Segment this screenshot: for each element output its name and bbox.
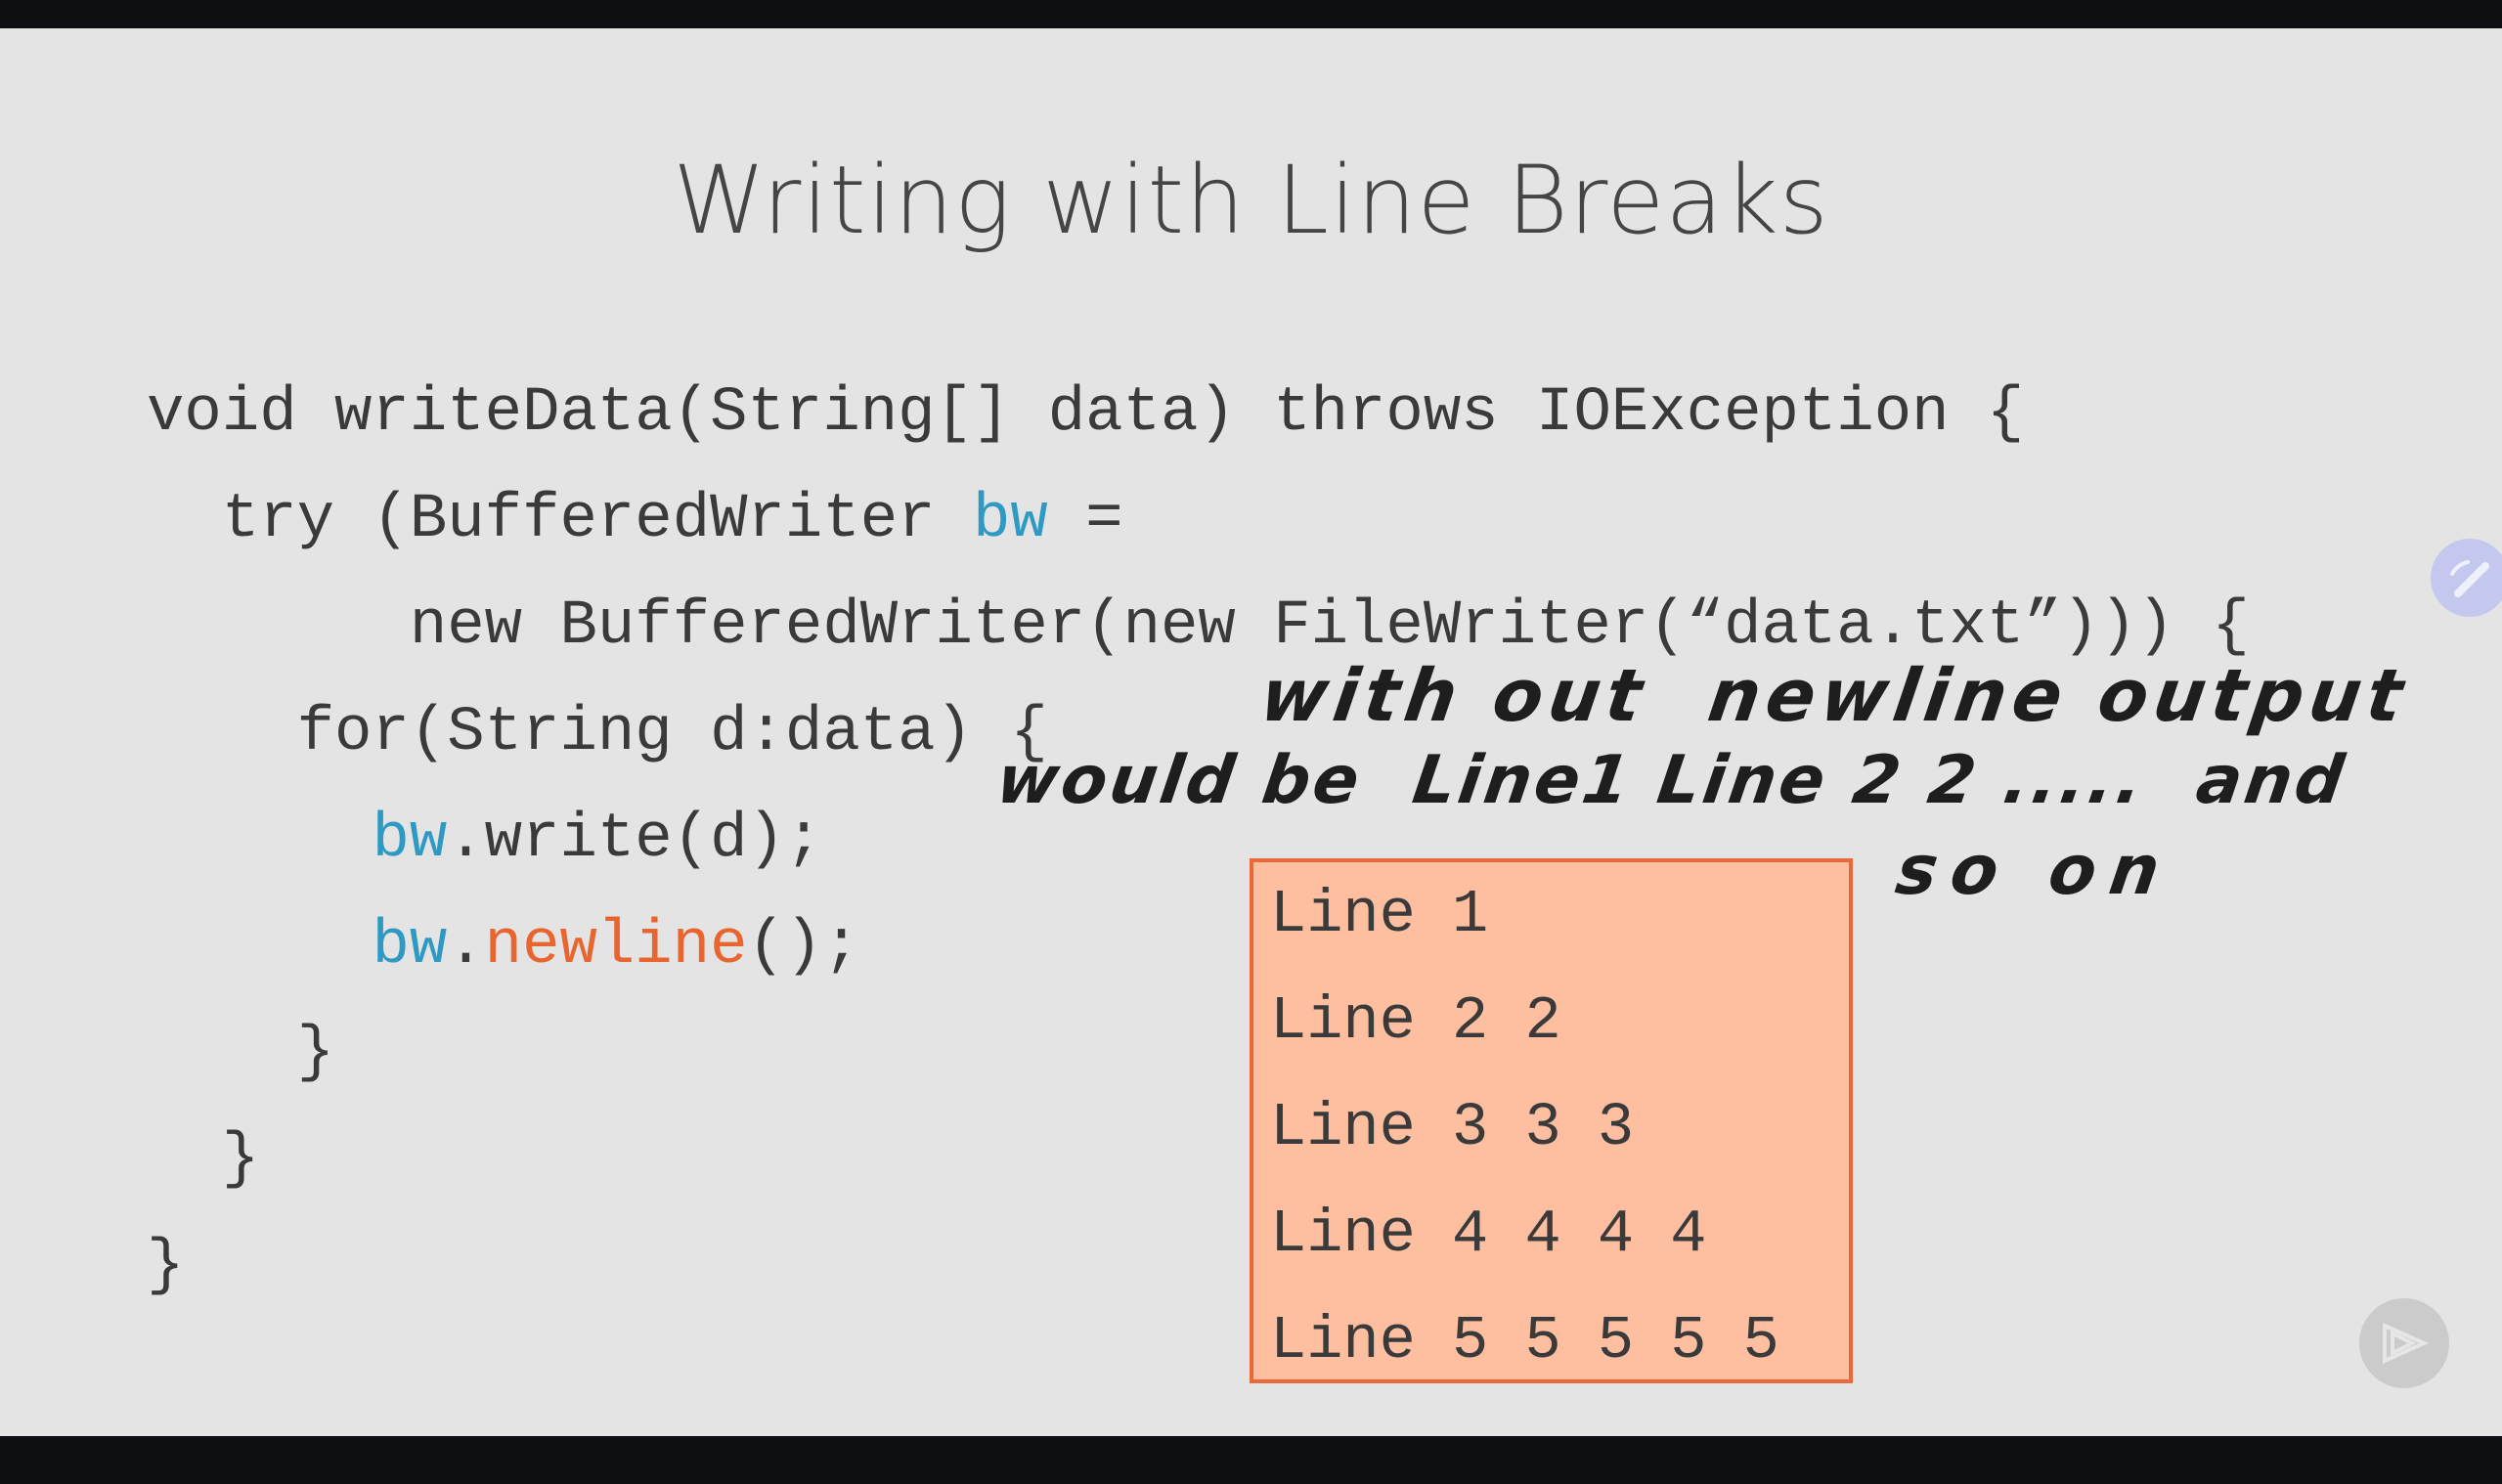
code-text: .write(d); (447, 805, 823, 875)
code-text: try (BufferedWriter (147, 485, 973, 555)
code-identifier: bw (372, 911, 448, 982)
output-box: Line 1 Line 2 2 Line 3 3 3 Line 4 4 4 4 … (1250, 858, 1853, 1383)
handwritten-annotation: so on (1891, 830, 2178, 910)
slide-title: Writing with Line Breaks (673, 146, 1829, 255)
output-line: Line 3 3 3 (1270, 1093, 1635, 1162)
code-text: = (1047, 485, 1123, 555)
code-identifier: bw (372, 805, 448, 875)
handwritten-annotation: would be Line1 Line 2 2 ..... and (991, 742, 2351, 819)
handwritten-annotation: with out newline output (1254, 654, 2414, 738)
code-line: void writeData(String[] data) throws IOE… (147, 378, 2025, 449)
code-text: (); (747, 911, 860, 982)
slide: Writing with Line Breaks void writeData(… (0, 28, 2502, 1436)
code-method: newline (484, 911, 748, 982)
output-line: Line 5 5 5 5 5 (1270, 1306, 1779, 1375)
output-line: Line 2 2 (1270, 986, 1561, 1056)
code-line: try (BufferedWriter bw = (147, 467, 2250, 574)
play-icon (2383, 1322, 2429, 1365)
output-line: Line 1 (1270, 880, 1489, 949)
pen-tool-button[interactable] (2431, 539, 2502, 617)
code-line: } (147, 1231, 185, 1301)
output-line: Line 4 4 4 4 (1270, 1200, 1707, 1269)
code-text: . (447, 911, 485, 982)
code-line: } (147, 1124, 260, 1195)
code-line: } (147, 1018, 335, 1088)
play-button[interactable] (2359, 1298, 2449, 1388)
code-identifier: bw (972, 485, 1048, 555)
pencil-icon (2450, 560, 2489, 597)
